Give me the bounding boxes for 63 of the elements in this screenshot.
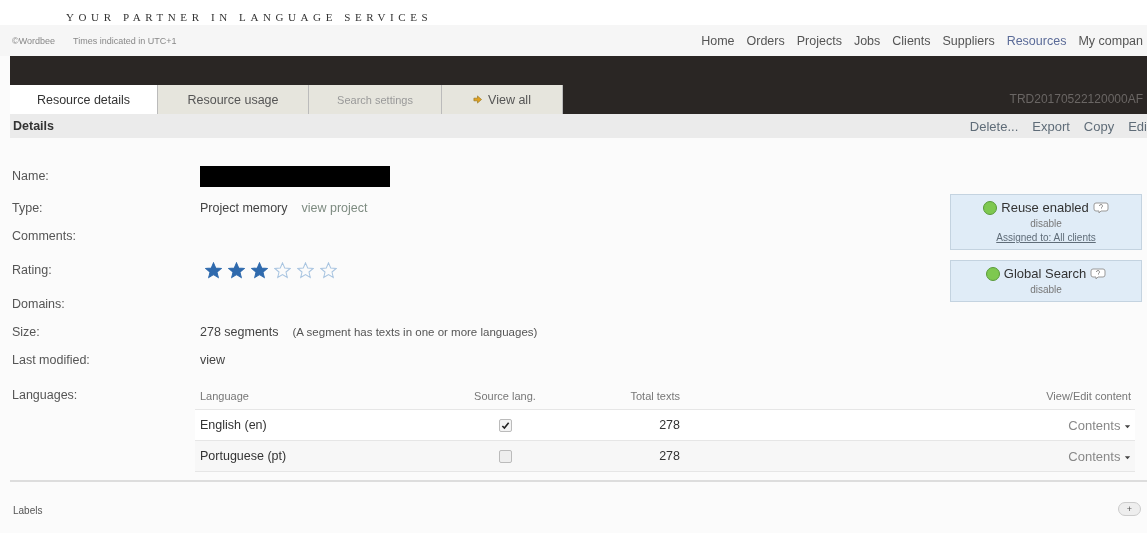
tab[interactable]: View all xyxy=(442,85,563,114)
help-icon[interactable] xyxy=(1092,201,1109,214)
field-label: Languages: xyxy=(12,387,79,402)
caret-icon xyxy=(1124,422,1131,430)
action-link[interactable]: Edi xyxy=(1128,118,1147,134)
filled-star-icon[interactable] xyxy=(228,261,245,279)
empty-star-icon[interactable] xyxy=(320,261,337,279)
tab[interactable]: Resource details xyxy=(10,85,158,114)
section-title: Details xyxy=(13,119,54,133)
action-link[interactable]: Export xyxy=(1032,118,1070,134)
field-note: (A segment has texts in one or more languages) xyxy=(292,326,538,338)
checkbox[interactable] xyxy=(498,418,512,432)
tab[interactable]: Resource usage xyxy=(158,85,309,114)
column-header: Total texts xyxy=(629,389,680,402)
language-cell-text: English (en) xyxy=(200,418,268,432)
field-label: Type: xyxy=(12,201,44,215)
field-label: Rating: xyxy=(12,263,53,277)
action-link[interactable]: Copy xyxy=(1083,118,1115,134)
filled-star-icon[interactable] xyxy=(205,261,222,279)
section-title: Labels xyxy=(13,505,43,516)
help-icon[interactable] xyxy=(1090,267,1107,280)
caret-icon xyxy=(1124,453,1131,461)
language-cell-text: Portuguese (pt) xyxy=(200,449,288,463)
nav-link[interactable]: Clients xyxy=(892,33,931,48)
field-label: Last modified: xyxy=(12,353,91,367)
empty-star-icon[interactable] xyxy=(274,261,291,279)
field-label: Comments: xyxy=(12,229,77,243)
copyright-text: ©Wordbee xyxy=(12,35,55,46)
field-label: Size: xyxy=(12,325,41,339)
field-label: Domains: xyxy=(12,297,66,311)
column-header: View/Edit content xyxy=(1045,389,1132,402)
status-title: Global Search xyxy=(1003,266,1087,281)
total-cell-text: 278 xyxy=(658,449,680,463)
empty-star-icon[interactable] xyxy=(297,261,314,279)
resource-id: TRD20170522120000AF xyxy=(1009,92,1143,106)
filled-star-icon[interactable] xyxy=(251,261,268,279)
timezone-text: Times indicated in UTC+1 xyxy=(73,35,177,46)
contents-dropdown[interactable]: Contents xyxy=(1068,448,1131,464)
disable-link[interactable]: disable xyxy=(1030,284,1062,295)
column-header: Language xyxy=(200,389,250,402)
total-cell-text: 278 xyxy=(658,418,680,432)
contents-dropdown[interactable]: Contents xyxy=(1068,417,1131,433)
nav-link[interactable]: Orders xyxy=(746,33,785,48)
assigned-link[interactable]: Assigned to: All clients xyxy=(996,232,1096,243)
arrow-icon xyxy=(473,95,483,104)
nav-link[interactable]: Home xyxy=(701,33,735,48)
tagline: YOUR PARTNER IN LANGUAGE SERVICES xyxy=(0,0,1147,25)
add-button[interactable]: + xyxy=(1117,502,1141,516)
field-label: Name: xyxy=(12,169,50,183)
action-link[interactable]: Delete... xyxy=(969,118,1019,134)
column-header: Source lang. xyxy=(473,389,537,402)
disable-link[interactable]: disable xyxy=(1030,218,1062,229)
nav-link[interactable]: Projects xyxy=(796,33,842,48)
field-value: Project memory xyxy=(200,201,288,215)
nav-link[interactable]: My compan xyxy=(1078,33,1143,48)
status-title: Reuse enabled xyxy=(1001,200,1089,215)
checkbox[interactable] xyxy=(498,449,512,463)
nav-link[interactable]: Jobs xyxy=(853,33,881,48)
nav-link[interactable]: Resources xyxy=(1006,33,1067,48)
nav-link[interactable]: Suppliers xyxy=(942,33,995,48)
view-link[interactable]: view xyxy=(200,353,225,367)
field-value: 278 segments xyxy=(200,325,279,339)
view-project-link[interactable]: view project xyxy=(301,201,368,215)
